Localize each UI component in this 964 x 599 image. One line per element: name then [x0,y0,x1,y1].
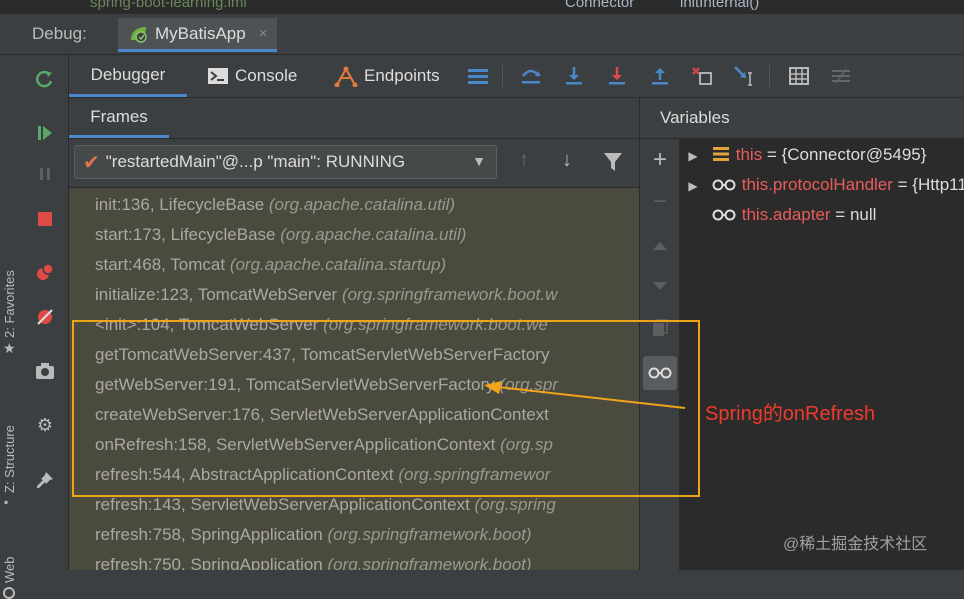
rerun-icon[interactable] [33,67,57,91]
add-watch-icon[interactable]: + [648,146,672,173]
thread-selector-row: ✔ "restartedMain"@...p "main": RUNNING ▼… [69,139,639,188]
debug-session-tab[interactable]: MyBatisApp × [118,18,278,52]
up-arrow-icon[interactable]: ↑ [519,149,529,172]
variables-tab[interactable]: Variables [660,98,730,138]
tree-row[interactable]: this.adapter = null [679,200,876,230]
step-out-icon[interactable] [648,64,672,88]
thread-select[interactable]: ✔ "restartedMain"@...p "main": RUNNING ▼ [74,145,497,179]
chevron-down-icon: ▼ [472,153,486,169]
toolbar-divider [502,65,503,87]
debug-actions-toolbar: ⚙ [22,55,69,570]
frames-tab[interactable]: Frames [69,98,169,138]
watermark: @稀土掘金技术社区 [783,536,928,553]
list-item[interactable]: initialize:123, TomcatWebServer (org.spr… [95,280,557,310]
step-into-icon[interactable] [605,64,629,88]
spring-boot-icon [131,26,147,43]
list-item[interactable]: refresh:750, SpringApplication (org.spri… [95,550,532,570]
run-to-cursor-icon[interactable] [733,64,757,88]
toolbar-divider [769,65,770,87]
structure-icon: ▪ [4,495,9,509]
down-arrow-icon[interactable]: ↓ [562,149,572,172]
expand-icon[interactable]: ▶ [679,141,707,171]
tree-row[interactable]: ▶ this = {Connector@5495} [679,140,926,170]
step-over-icon[interactable] [562,64,586,88]
camera-icon[interactable] [33,359,57,383]
expand-icon[interactable]: ▶ [679,171,707,201]
endpoints-icon [334,66,358,87]
debugger-tabs-bar: Debugger Console Endpoints [69,55,964,98]
thread-select-value: "restartedMain"@...p "main": RUNNING [105,152,406,171]
move-down-icon[interactable] [648,274,672,298]
debug-label: Debug: [32,24,87,43]
left-tool-window-strip: 2: Favorites ★ Z: Structure ▪ Web [0,55,23,599]
list-item[interactable]: init:136, LifecycleBase (org.apache.cata… [95,190,455,220]
trace-streams-icon[interactable] [829,64,853,88]
layout-icon[interactable] [466,64,490,88]
move-up-icon[interactable] [648,234,672,258]
tab-debugger[interactable]: Debugger [69,55,187,97]
remove-watch-icon[interactable]: − [648,188,672,215]
watch-icon [712,179,736,191]
tab-endpoints[interactable]: Endpoints [334,55,440,97]
favorites-tool-button[interactable]: 2: Favorites [2,270,17,338]
filter-icon[interactable] [603,152,623,172]
check-icon: ✔ [83,151,100,174]
star-icon: ★ [3,340,16,356]
editor-tab-strip: spring-boot-learning.iml Connector initI… [0,0,964,14]
stop-icon[interactable] [33,207,57,231]
list-item[interactable]: start:468, Tomcat (org.apache.catalina.s… [95,250,446,280]
list-item[interactable]: start:173, LifecycleBase (org.apache.cat… [95,220,466,250]
field-icon [712,147,729,161]
annotation-label: Spring的onRefresh [705,403,876,425]
breadcrumb-method[interactable]: initInternal() [680,0,759,11]
file-tab[interactable]: spring-boot-learning.iml [90,0,247,11]
breadcrumb-class[interactable]: Connector [565,0,634,11]
pause-icon[interactable] [33,162,57,186]
console-icon [208,68,228,84]
watch-icon [712,209,736,221]
pin-icon[interactable] [33,468,57,492]
variables-panel-header: Variables [640,98,964,139]
frames-panel-header: Frames [69,98,639,139]
debug-tool-window-header: Debug: MyBatisApp × [0,14,964,55]
annotation-arrow [484,381,686,409]
structure-tool-button[interactable]: Z: Structure [2,425,17,493]
show-execution-point-icon[interactable] [519,64,543,88]
close-icon[interactable]: × [259,25,268,42]
session-name: MyBatisApp [155,23,246,43]
list-item[interactable]: refresh:758, SpringApplication (org.spri… [95,520,532,550]
mute-breakpoints-icon[interactable] [33,305,57,329]
tab-console[interactable]: Console [207,55,297,97]
evaluate-expression-icon[interactable] [787,64,811,88]
tree-row[interactable]: ▶ this.protocolHandler = {Http11NioProto… [679,170,964,200]
drop-frame-icon[interactable] [690,64,714,88]
variables-tree: ▶ this = {Connector@5495} ▶ this.protoco… [679,139,964,570]
settings-icon[interactable]: ⚙ [33,413,57,437]
resume-icon[interactable] [33,121,57,145]
view-breakpoints-icon[interactable] [33,260,57,284]
globe-icon [3,587,15,599]
